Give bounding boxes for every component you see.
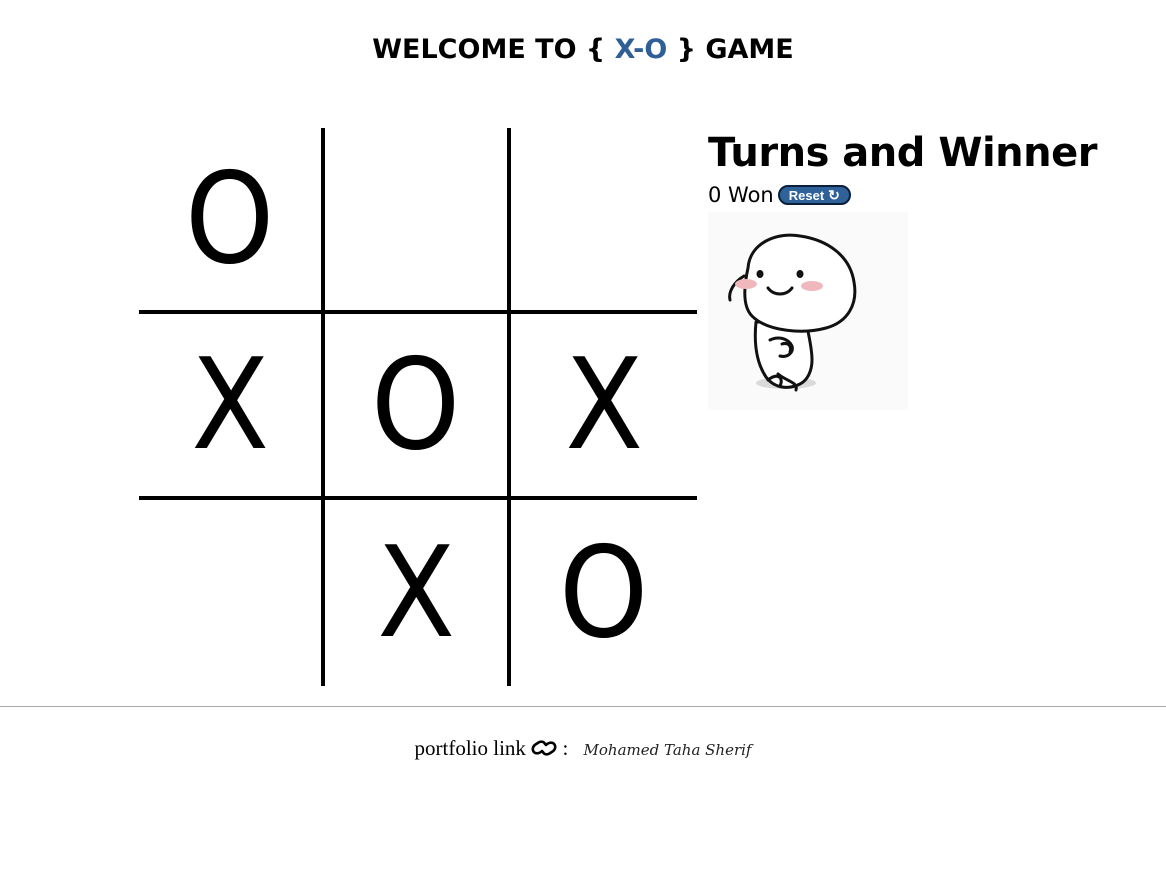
board-cell-6[interactable]: X [511,314,697,500]
board-cell-7[interactable] [139,500,325,686]
turns-panel: Turns and Winner 0 Won Reset ↻ [708,128,1108,410]
cell-mark: X [565,331,643,478]
title-prefix: WELCOME TO { [372,34,606,65]
page: WELCOME TO { X-O } GAME O X O X X O Turn… [0,0,1166,877]
mascot-image [708,212,908,410]
game-board: O X O X X O [139,128,697,686]
reset-label: Reset [788,187,825,203]
cell-mark: X [191,331,269,478]
mascot-illustration [728,233,857,392]
title-accent: X-O [614,34,668,65]
portfolio-link[interactable]: Mohamed Taha Sherif [584,741,752,759]
title-suffix: } GAME [676,34,794,65]
board-cell-2[interactable] [325,128,511,314]
cell-mark: O [185,145,275,292]
cell-mark: O [371,331,461,478]
board-cell-9[interactable]: O [511,500,697,686]
cell-mark: O [559,519,649,666]
link-icon[interactable] [531,738,557,764]
cell-mark: X [377,519,455,666]
board-cell-8[interactable]: X [325,500,511,686]
footer-separator: : [562,736,569,760]
refresh-icon: ↻ [828,187,840,203]
status-text: 0 Won [708,183,774,207]
footer-divider [0,706,1166,707]
footer: portfolio link : Mohamed Taha Sherif [0,736,1166,764]
portfolio-label: portfolio link [414,736,526,760]
reset-button[interactable]: Reset ↻ [777,185,851,205]
status-row: 0 Won Reset ↻ [708,180,1108,210]
board-cell-5[interactable]: O [325,314,511,500]
page-title: WELCOME TO { X-O } GAME [0,34,1166,65]
panel-title: Turns and Winner [708,130,1097,176]
board-cell-3[interactable] [511,128,697,314]
board-cell-4[interactable]: X [139,314,325,500]
board-cell-1[interactable]: O [139,128,325,314]
